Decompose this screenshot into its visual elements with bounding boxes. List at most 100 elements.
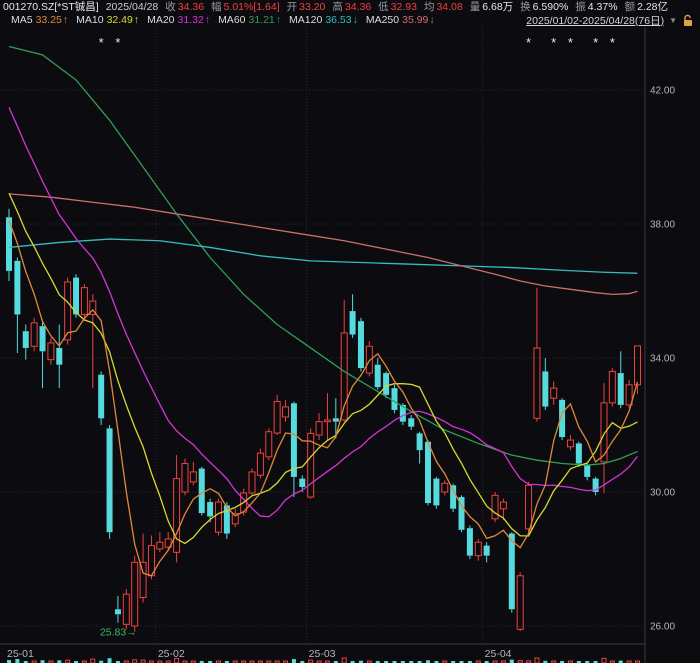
candle[interactable] [542,358,548,410]
event-asterisk-marker: * [568,35,573,50]
candle-body-down [115,609,121,614]
ma-legend-item[interactable]: MA1032.49↑ [68,14,139,26]
candle[interactable] [283,400,289,422]
candle[interactable] [6,209,12,281]
candle[interactable] [266,428,272,460]
candle[interactable] [517,572,523,631]
candle-body-down [433,479,439,506]
candle[interactable] [425,440,431,505]
candle[interactable] [190,462,196,485]
candle[interactable] [350,294,356,338]
ma-value: 32.49 [107,14,133,26]
candle-body-up [174,479,180,553]
candle[interactable] [123,589,129,629]
event-asterisk-marker: * [115,35,120,50]
candle[interactable] [23,325,29,360]
candle[interactable] [324,393,330,440]
candle[interactable] [40,321,46,388]
candle-body-up [182,464,188,492]
candle[interactable] [584,464,590,481]
candle[interactable] [174,455,180,562]
candle[interactable] [90,294,96,388]
candle-body-up [442,483,448,492]
chevron-down-icon[interactable]: ▼ [669,16,677,25]
candle-body-down [417,433,423,450]
candle[interactable] [433,477,439,509]
ma-legend-item[interactable]: MA2031.32↑ [139,14,210,26]
stock-code[interactable]: 001270.SZ[*ST铖昌] [3,0,99,14]
candle[interactable] [132,556,138,632]
candle[interactable] [576,442,582,467]
candle[interactable] [391,385,397,413]
candle[interactable] [450,484,456,512]
candle[interactable] [316,413,322,440]
candlestick-chart[interactable]: 42.0038.0034.0030.0026.00*******25.83→25… [0,27,700,663]
candle[interactable] [31,318,37,352]
candle[interactable] [291,402,297,497]
ma-value: 31.21 [249,14,275,26]
candle[interactable] [14,258,20,353]
ma-value: 35.99 [402,14,428,26]
candle[interactable] [257,448,263,478]
ma-name: MA250 [366,14,399,26]
range-selector[interactable]: 2025/01/02-2025/04/28(76日) ▼ [526,13,694,27]
candle[interactable] [593,477,599,495]
candle[interactable] [375,358,381,390]
candle-body-down [408,418,414,426]
quote-date: 2025/04/28 [106,1,159,13]
candle[interactable] [484,542,490,562]
candle[interactable] [618,351,624,408]
x-axis-tick: 25-01 [7,648,34,660]
candle[interactable] [358,318,364,372]
candle[interactable] [199,467,205,516]
field-label: 量 [470,1,481,13]
candle[interactable] [551,381,557,404]
candle[interactable] [567,435,573,450]
candle[interactable] [492,492,498,522]
ma-legend-item[interactable]: MA533.25↑ [3,14,68,26]
field-label: 高 [332,1,343,13]
candle-body-down [383,373,389,395]
candle[interactable] [157,532,163,552]
unlock-icon[interactable] [682,14,694,27]
candle[interactable] [534,288,540,422]
candle[interactable] [216,499,222,536]
candle-body-up [551,388,557,398]
candle[interactable] [467,526,473,560]
candle[interactable] [609,368,615,407]
candle[interactable] [65,278,71,345]
field-label: 换 [520,1,531,13]
candle[interactable] [56,325,62,389]
candle[interactable] [475,539,481,561]
range-label[interactable]: 2025/01/02-2025/04/28(76日) [526,13,664,28]
candle[interactable] [442,480,448,495]
candle[interactable] [509,532,515,612]
candle-body-down [358,321,364,368]
candle-body-up [48,343,54,360]
candle-body-down [391,388,397,410]
candle[interactable] [408,415,414,430]
event-asterisk-marker: * [526,35,531,50]
ma-legend-item[interactable]: MA25035.99↓ [358,14,435,26]
candle[interactable] [115,596,121,623]
candle[interactable] [274,395,280,435]
candle-body-up [517,576,523,630]
field-label: 振 [575,1,586,13]
candle[interactable] [165,532,171,550]
ma-legend-item[interactable]: MA6031.21↑ [210,14,281,26]
candle[interactable] [73,274,79,318]
candle[interactable] [341,300,347,422]
candle[interactable] [635,346,641,394]
candle[interactable] [182,459,188,496]
candle-body-up [500,502,506,509]
field-label: 额 [625,1,636,13]
candle[interactable] [48,338,54,365]
candle[interactable] [417,432,423,464]
candle[interactable] [249,469,255,496]
quote-field: 开33.20 [287,0,326,14]
candle[interactable] [308,428,314,498]
candle[interactable] [107,425,113,539]
ma-legend-item[interactable]: MA12036.53↓ [281,14,358,26]
candle[interactable] [232,509,238,527]
candle[interactable] [98,371,104,425]
